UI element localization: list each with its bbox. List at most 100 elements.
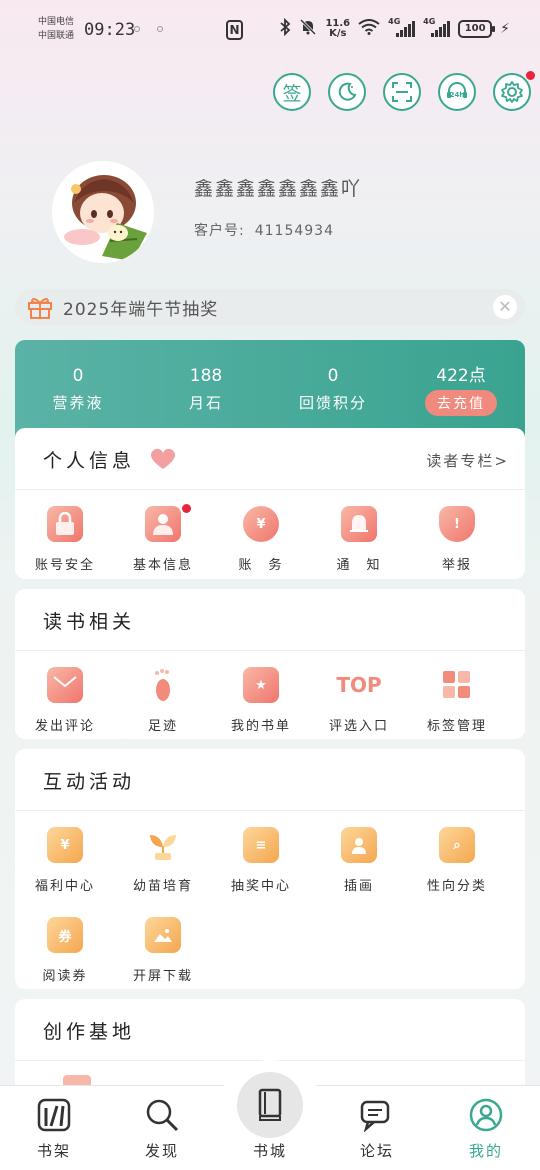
billing-item[interactable]: ¥ 账 务 (213, 490, 309, 580)
stat-moonstone[interactable]: 188 月石 (151, 366, 261, 413)
status-bar: 中国电信 中国联通 09:23 N 11.6 K/s 4G 4G 100 ⚡ (0, 0, 540, 60)
settings-button[interactable] (493, 71, 535, 111)
stat-points[interactable]: 0 回馈积分 (278, 366, 388, 413)
grid-icon (439, 667, 475, 703)
stat-value: 0 (327, 366, 339, 386)
selection-entry-item[interactable]: TOP 评选入口 (311, 651, 407, 741)
scan-button[interactable] (383, 73, 421, 111)
footprint-item[interactable]: 足迹 (115, 651, 211, 741)
close-icon: ✕ (498, 297, 512, 316)
reading-card: 读书相关 发出评论 足迹 ★ 我的书单 TOP 评选入口 标签管理 (15, 589, 525, 739)
carrier-info: 中国电信 中国联通 (38, 15, 74, 43)
sign-in-button[interactable]: 签 (273, 73, 311, 111)
customer-number-label: 客户号: (194, 223, 245, 239)
stat-label: 营养液 (52, 394, 104, 412)
nav-label: 书城 (252, 1142, 287, 1160)
nfc-icon: N (226, 20, 243, 40)
stat-nutrient[interactable]: 0 营养液 (23, 366, 133, 413)
tag-management-item[interactable]: 标签管理 (409, 651, 505, 741)
signal-2: 4G (423, 17, 451, 37)
item-label: 抽奖中心 (230, 879, 291, 894)
booklist-item[interactable]: ★ 我的书单 (213, 651, 309, 741)
portrait-icon (341, 827, 377, 863)
money-bag-icon: ¥ (243, 506, 279, 542)
orientation-category-item[interactable]: ⌕ 性向分类 (409, 811, 505, 901)
nav-discover[interactable]: 发现 (122, 1098, 202, 1161)
avatar-illustration (52, 161, 154, 263)
item-label: 插画 (343, 879, 374, 894)
battery-icon: 100 (458, 19, 496, 38)
item-label: 发出评论 (34, 719, 95, 734)
heart-icon (150, 448, 176, 469)
gear-icon (501, 81, 523, 103)
basic-info-item[interactable]: 基本信息 (115, 490, 211, 580)
seedling-item[interactable]: 幼苗培育 (115, 811, 211, 901)
customer-service-button[interactable]: 24h (438, 73, 476, 111)
gift-icon (28, 297, 52, 319)
sprout-icon (145, 827, 181, 863)
section-title: 互动活动 (43, 771, 136, 793)
nav-label: 发现 (144, 1142, 179, 1160)
document-search-icon: ⌕ (439, 827, 475, 863)
stat-value: 0 (72, 366, 84, 386)
nav-mine[interactable]: 我的 (446, 1098, 526, 1161)
personal-info-card: 个人信息 读者专栏> 账号安全 基本信息 ¥ 账 务 通 知 ! 举报 (15, 428, 525, 579)
splash-download-item[interactable]: 开屏下载 (115, 901, 211, 991)
close-banner-button[interactable]: ✕ (493, 295, 517, 319)
mute-bell-icon (299, 18, 317, 39)
item-label: 账号安全 (34, 558, 95, 573)
stat-label: 回馈积分 (298, 394, 367, 412)
red-envelope-icon: ¥ (47, 827, 83, 863)
item-label: 福利中心 (34, 879, 95, 894)
item-label: 基本信息 (132, 558, 193, 573)
item-label: 举报 (441, 558, 472, 573)
image-icon (145, 917, 181, 953)
notification-item[interactable]: 通 知 (311, 490, 407, 580)
promo-banner[interactable]: 2025年端午节抽奖 ✕ (15, 289, 525, 325)
lottery-center-item[interactable]: ≡ 抽奖中心 (213, 811, 309, 901)
item-label: 阅读券 (42, 969, 88, 984)
nav-bookstore-button[interactable] (237, 1072, 303, 1138)
headset-24h-icon: 24h (447, 82, 467, 99)
envelope-icon (47, 667, 83, 703)
nav-forum[interactable]: 论坛 (337, 1098, 417, 1161)
night-mode-button[interactable] (328, 73, 366, 111)
bluetooth-icon (279, 17, 291, 39)
nav-bookstore[interactable]: 书城 (230, 1140, 310, 1161)
network-speed: 11.6 K/s (325, 18, 350, 39)
customer-number: 客户号: 41154934 (194, 220, 334, 240)
footprint-icon (145, 667, 181, 703)
clipboard-icon: ≡ (243, 827, 279, 863)
voucher-icon: 券 (47, 917, 83, 953)
basic-info-badge (182, 504, 191, 513)
bell-icon (341, 506, 377, 542)
top-action-bar: 签 24h (273, 71, 535, 111)
search-icon (145, 1098, 179, 1132)
nav-label: 论坛 (359, 1142, 394, 1160)
stat-value: 422点 (436, 366, 486, 386)
banner-text: 2025年端午节抽奖 (63, 299, 219, 320)
reader-column-link[interactable]: 读者专栏> (426, 450, 509, 471)
item-label: 幼苗培育 (132, 879, 193, 894)
username: 鑫鑫鑫鑫鑫鑫鑫吖 (194, 178, 363, 200)
carrier-2: 中国联通 (38, 31, 75, 41)
net-type-1: 4G (388, 16, 401, 26)
reading-voucher-item[interactable]: 券 阅读券 (17, 901, 113, 991)
section-title: 创作基地 (43, 1021, 136, 1043)
top-icon: TOP (336, 673, 382, 697)
welfare-center-item[interactable]: ¥ 福利中心 (17, 811, 113, 901)
illustration-item[interactable]: 插画 (311, 811, 407, 901)
comments-item[interactable]: 发出评论 (17, 651, 113, 741)
speed-unit: K/s (329, 27, 347, 39)
nav-bookshelf[interactable]: 书架 (14, 1098, 94, 1161)
stat-value: 188 (189, 366, 223, 386)
item-label: 标签管理 (426, 719, 487, 734)
recharge-button[interactable]: 去充值 (425, 390, 497, 416)
report-item[interactable]: ! 举报 (409, 490, 505, 580)
carrier-1: 中国电信 (38, 17, 75, 27)
avatar[interactable] (52, 161, 154, 263)
wifi-icon (358, 19, 380, 38)
scan-icon (392, 82, 412, 102)
account-security-item[interactable]: 账号安全 (17, 490, 113, 580)
item-label: 我的书单 (230, 719, 291, 734)
